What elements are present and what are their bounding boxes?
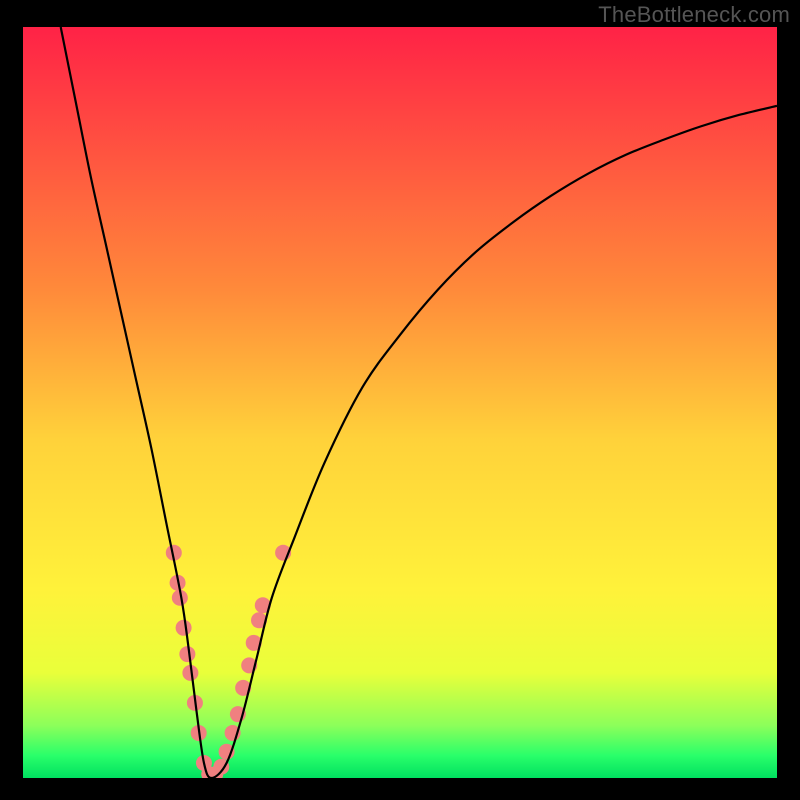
- curve-layer: [23, 27, 777, 778]
- plot-area: [23, 27, 777, 778]
- data-dot: [179, 646, 195, 662]
- data-dots: [166, 545, 291, 778]
- data-dot: [176, 620, 192, 636]
- bottleneck-curve: [61, 27, 777, 778]
- watermark-text: TheBottleneck.com: [598, 2, 790, 28]
- chart-container: TheBottleneck.com: [0, 0, 800, 800]
